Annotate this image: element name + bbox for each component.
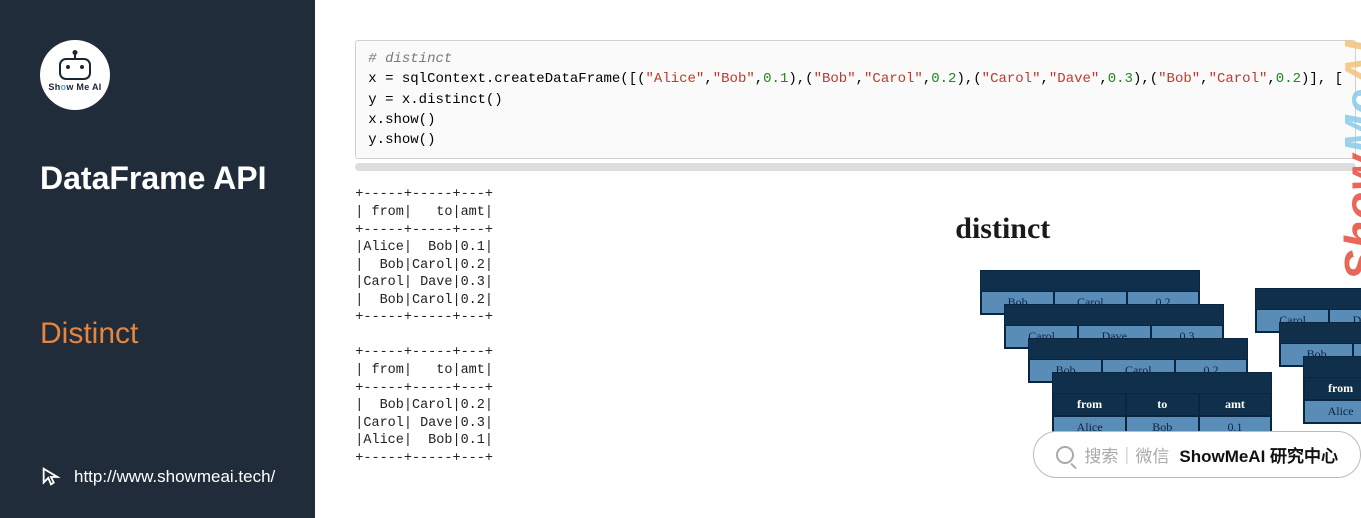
page-title: DataFrame API <box>40 160 275 197</box>
url-row: http://www.showmeai.tech/ <box>40 466 275 488</box>
page: Show Me AI DataFrame API Distinct http:/… <box>0 0 1361 518</box>
data-card: fromtoamtAliceBob0.1 <box>1303 356 1361 424</box>
page-subtitle: Distinct <box>40 317 275 351</box>
code-block: # distinct x = sqlContext.createDataFram… <box>355 40 1356 159</box>
logo-inner: Show Me AI <box>48 58 101 92</box>
search-hint: 搜索｜微信 <box>1084 442 1169 467</box>
search-icon <box>1056 446 1074 464</box>
diagram-title: distinct <box>955 212 1050 246</box>
search-brand: ShowMeAI 研究中心 <box>1179 442 1338 467</box>
code-line-2: x = sqlContext.createDataFrame([("Alice"… <box>368 69 1343 89</box>
main-content: # distinct x = sqlContext.createDataFram… <box>315 0 1361 518</box>
url-text: http://www.showmeai.tech/ <box>74 467 275 487</box>
code-line-3: y = x.distinct() <box>368 90 1343 110</box>
code-comment: # distinct <box>368 51 452 67</box>
code-line-5: y.show() <box>368 130 1343 150</box>
logo: Show Me AI <box>40 40 110 110</box>
robot-icon <box>59 58 91 80</box>
logo-text: Show Me AI <box>48 82 101 92</box>
search-pill[interactable]: 搜索｜微信 ShowMeAI 研究中心 <box>1033 431 1361 478</box>
horizontal-scrollbar[interactable] <box>355 163 1356 171</box>
sidebar: Show Me AI DataFrame API Distinct http:/… <box>0 0 315 518</box>
cursor-icon <box>40 466 62 488</box>
data-card: fromtoamtAliceBob0.1 <box>1052 372 1272 440</box>
code-line-4: x.show() <box>368 110 1343 130</box>
